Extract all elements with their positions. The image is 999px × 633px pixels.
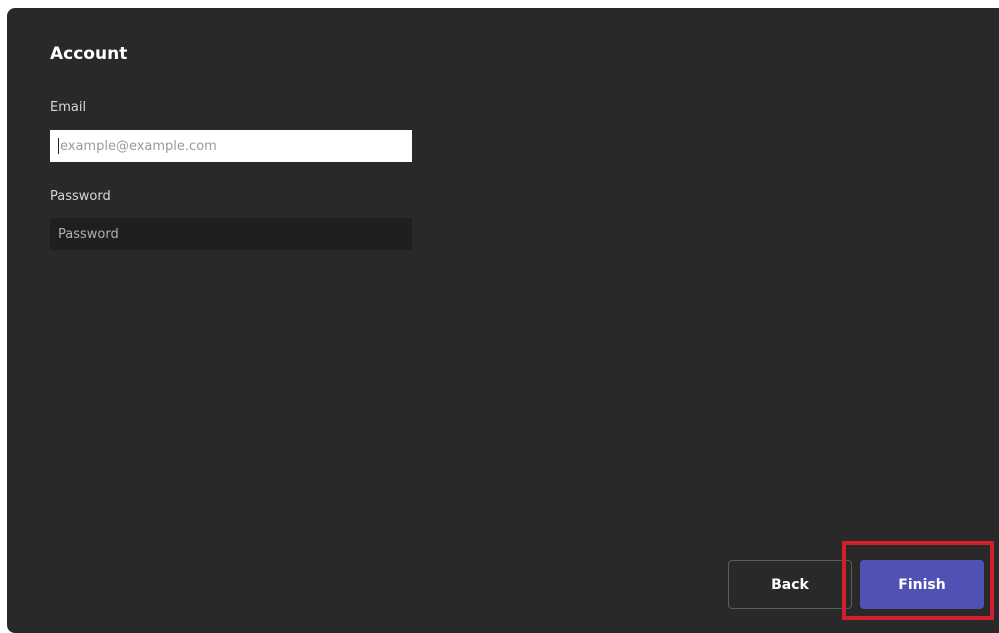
password-field[interactable] xyxy=(50,218,412,250)
password-label: Password xyxy=(50,189,111,204)
account-panel: Account Email Password Back Finish xyxy=(7,8,999,633)
finish-button[interactable]: Finish xyxy=(860,560,984,609)
email-label: Email xyxy=(50,100,87,115)
email-field[interactable] xyxy=(50,130,412,162)
back-button[interactable]: Back xyxy=(728,560,852,609)
text-caret xyxy=(58,138,59,154)
page-title: Account xyxy=(50,44,128,64)
